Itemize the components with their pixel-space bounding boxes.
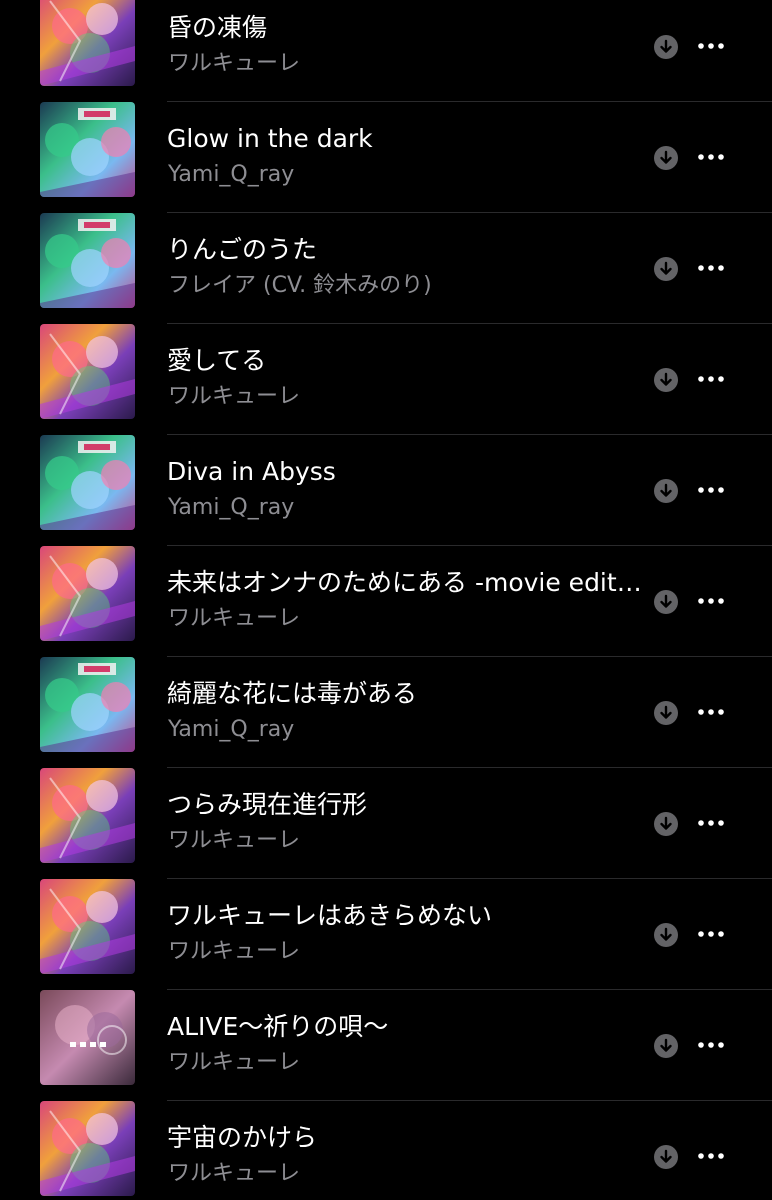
song-row[interactable]: ワルキューレはあきらめない ワルキューレ [0,879,772,990]
song-artist: ワルキューレ [168,606,301,631]
download-icon[interactable] [654,701,678,725]
download-icon[interactable] [654,368,678,392]
song-title: ワルキューレはあきらめない [167,901,493,930]
more-icon[interactable] [696,475,726,505]
song-row[interactable]: りんごのうた フレイア (CV. 鈴木みのり) [0,213,772,324]
song-artist: Yami_Q_ray [168,162,295,187]
song-row[interactable]: ALIVE〜祈りの唄〜 ワルキューレ [0,990,772,1101]
song-row[interactable]: 愛してる ワルキューレ [0,324,772,435]
album-artwork [40,990,135,1085]
more-icon[interactable] [696,31,726,61]
download-icon[interactable] [654,146,678,170]
song-artist: Yami_Q_ray [168,495,295,520]
more-icon[interactable] [696,697,726,727]
song-row[interactable]: 宇宙のかけら ワルキューレ [0,1101,772,1200]
download-icon[interactable] [654,35,678,59]
song-row[interactable]: Glow in the dark Yami_Q_ray [0,102,772,213]
song-artist: フレイア (CV. 鈴木みのり) [168,273,432,298]
song-row[interactable]: 未来はオンナのためにある -movie edition- ワルキューレ [0,546,772,657]
more-icon[interactable] [696,253,726,283]
album-artwork [40,324,135,419]
download-icon[interactable] [654,1145,678,1169]
more-icon[interactable] [696,1030,726,1060]
more-icon[interactable] [696,586,726,616]
song-title: Diva in Abyss [167,457,336,486]
download-icon[interactable] [654,812,678,836]
more-icon[interactable] [696,1141,726,1171]
album-artwork [40,0,135,86]
song-artist: ワルキューレ [168,1161,301,1186]
song-artist: ワルキューレ [168,939,301,964]
more-icon[interactable] [696,808,726,838]
album-artwork [40,102,135,197]
album-artwork [40,1101,135,1196]
album-artwork [40,213,135,308]
album-artwork [40,768,135,863]
song-title: 愛してる [167,346,267,375]
song-artist: ワルキューレ [168,51,301,76]
more-icon[interactable] [696,142,726,172]
song-title: ALIVE〜祈りの唄〜 [167,1012,389,1041]
album-artwork [40,546,135,641]
song-title: つらみ現在進行形 [167,790,368,819]
download-icon[interactable] [654,479,678,503]
song-artist: ワルキューレ [168,384,301,409]
song-title: 綺麗な花には毒がある [167,679,418,708]
song-artist: Yami_Q_ray [168,717,295,742]
more-icon[interactable] [696,364,726,394]
album-artwork [40,657,135,752]
album-artwork [40,879,135,974]
more-icon[interactable] [696,919,726,949]
song-title: Glow in the dark [167,124,373,153]
song-list: 昏の凍傷 ワルキューレ Glow in the dark Yami_Q_ray [0,0,772,1196]
song-artist: ワルキューレ [168,1050,301,1075]
download-icon[interactable] [654,1034,678,1058]
album-artwork [40,435,135,530]
download-icon[interactable] [654,923,678,947]
song-row[interactable]: Diva in Abyss Yami_Q_ray [0,435,772,546]
song-title: 宇宙のかけら [167,1123,318,1152]
song-artist: ワルキューレ [168,828,301,853]
song-title: 未来はオンナのためにある -movie edition- [167,568,645,597]
download-icon[interactable] [654,590,678,614]
song-row[interactable]: 昏の凍傷 ワルキューレ [0,0,772,102]
song-row[interactable]: つらみ現在進行形 ワルキューレ [0,768,772,879]
song-row[interactable]: 綺麗な花には毒がある Yami_Q_ray [0,657,772,768]
song-title: りんごのうた [167,235,318,264]
song-title: 昏の凍傷 [167,13,268,42]
download-icon[interactable] [654,257,678,281]
